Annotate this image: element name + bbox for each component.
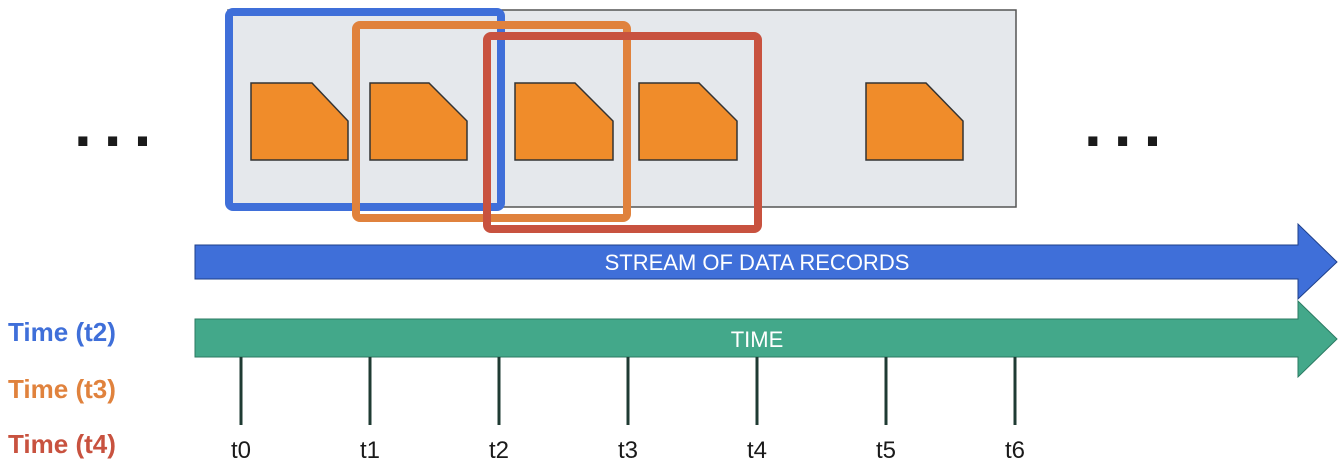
windowing-diagram: STREAM OF DATA RECORDS TIME t0 t1 t2 t3 … xyxy=(194,8,1338,463)
tick-label-t3: t3 xyxy=(618,437,638,463)
legend-time-t2: Time (t2) xyxy=(8,317,116,347)
time-tick-labels: t0 t1 t2 t3 t4 t5 t6 xyxy=(231,437,1025,463)
stream-arrow-label: STREAM OF DATA RECORDS xyxy=(605,250,910,275)
ellipsis-right: ... xyxy=(1084,88,1174,160)
tick-label-t1: t1 xyxy=(360,437,380,463)
tick-label-t6: t6 xyxy=(1005,437,1025,463)
tick-label-t0: t0 xyxy=(231,437,251,463)
time-arrow-label: TIME xyxy=(731,327,784,352)
tick-label-t2: t2 xyxy=(489,437,509,463)
legend-time-t4: Time (t4) xyxy=(8,429,116,459)
tick-label-t5: t5 xyxy=(876,437,896,463)
time-ticks xyxy=(239,357,1017,425)
ellipsis-left: ... xyxy=(74,88,164,160)
legend-time-t3: Time (t3) xyxy=(8,374,116,404)
tick-label-t4: t4 xyxy=(747,437,767,463)
